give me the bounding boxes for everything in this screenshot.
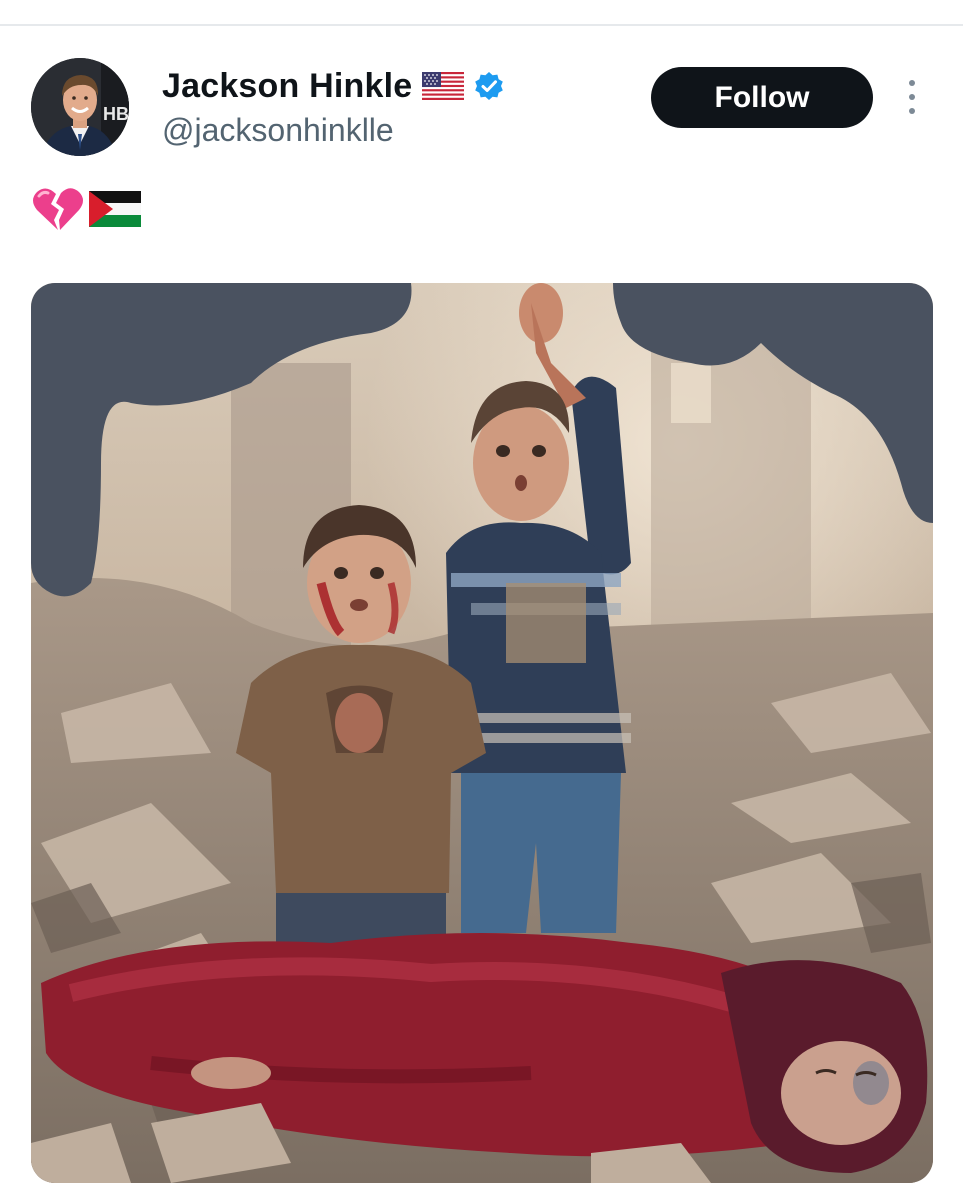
- follow-button[interactable]: Follow: [651, 67, 873, 128]
- avatar-badge-text: HB: [103, 104, 129, 124]
- media-photo: [31, 283, 933, 1183]
- avatar-photo: HB: [31, 58, 129, 156]
- tweet-media-image[interactable]: [31, 283, 933, 1183]
- tweet-text: [31, 186, 141, 232]
- us-flag-icon: [422, 72, 465, 100]
- author-handle[interactable]: @jacksonhinklle: [162, 112, 394, 149]
- verified-badge-icon[interactable]: [474, 71, 504, 101]
- top-divider: [0, 24, 963, 26]
- author-name-row[interactable]: Jackson Hinkle: [162, 64, 504, 108]
- more-vertical-icon[interactable]: [900, 80, 924, 114]
- palestine-flag-icon: [89, 191, 141, 227]
- broken-heart-icon: [33, 188, 83, 230]
- avatar[interactable]: HB: [31, 58, 129, 156]
- author-display-name[interactable]: Jackson Hinkle: [162, 67, 412, 106]
